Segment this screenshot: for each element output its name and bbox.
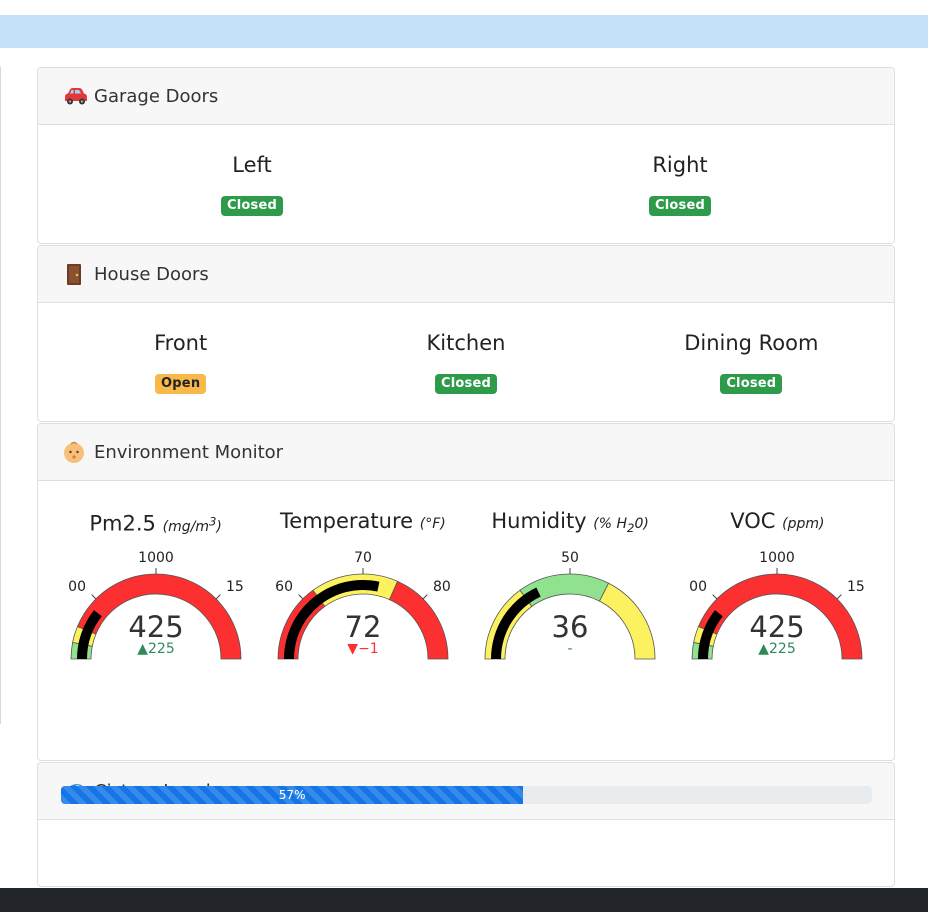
gauge-value: 425 [750,610,805,644]
door-name: Front [154,331,208,355]
garage-doors-header[interactable]: Garage Doors [38,68,894,125]
garage-door-right: Right Closed [466,125,894,216]
house-doors-header[interactable]: House Doors [38,246,894,303]
gauge-dial: 50 36- [484,550,656,660]
gauge-dial: 60 70 80 72▼−1 [275,550,451,660]
garage-doors-title: Garage Doors [94,85,219,107]
gauge-unit: (ppm) [782,516,825,532]
gauge-name: Temperature [280,509,414,533]
door-name: Right [652,153,708,177]
garage-doors-card: Garage Doors Left Closed Right Closed [37,67,895,244]
gauge-band [599,582,656,660]
gauge-name: Pm2.5 [89,511,156,536]
gauge-title: VOC (ppm) [674,507,881,535]
environment-monitor-header[interactable]: Environment Monitor [38,424,894,481]
status-badge: Closed [221,196,283,216]
gauge-tick-label: 60 [275,579,293,595]
gauge-unit: (°F) [419,516,446,532]
gauge-tick-label: 80 [433,579,451,595]
gauge-tick-label: 1000 [138,550,174,566]
gauge-delta: ▲225 [137,641,175,657]
house-doors-title: House Doors [94,263,209,285]
cistern-level-card: Cistern Level 57% [37,762,895,887]
gauge-tick-label: 00 [690,579,708,595]
sidebar-edge [0,67,1,724]
environment-monitor-title: Environment Monitor [94,441,284,463]
gauge-tick-label: 15 [847,579,865,595]
baby-face-icon [62,440,86,464]
house-door-dining-room: Dining Room Closed [609,303,894,394]
house-door-front: Front Open [38,303,323,394]
environment-monitor-card: Environment Monitor Pm2.5 (mg/m3) 00 1000… [37,423,895,761]
gauge-delta: - [568,641,573,657]
house-door-kitchen: Kitchen Closed [323,303,608,394]
humidity-gauge: Humidity (% H20) 50 36- [467,481,674,673]
gauge-tick-label: 50 [561,550,579,566]
gauge-dial: 00 1000 15 425▲225 [690,550,865,660]
gauge-name: Humidity [491,509,587,533]
gauges-row: Pm2.5 (mg/m3) 00 1000 15 425 ▲225 Temperatur… [38,481,894,673]
gauge-value: 36 [552,610,589,644]
gauge-tick [837,594,843,600]
voc-gauge: VOC (ppm) 00 1000 15 425 ▲225 [674,481,881,673]
gauge-tick-label: 15 [226,579,244,595]
status-badge: Closed [434,374,497,394]
gauge-value: 72 [344,610,381,644]
gauge-delta: ▲225 [759,641,797,657]
door-name: Dining Room [684,331,819,355]
gauge-tick-label: 00 [68,579,86,595]
footer-bar [0,888,928,912]
cistern-progress-bar: 57% [61,786,524,804]
gauge-tick [215,594,221,600]
gauge-name: VOC [730,509,776,533]
temperature-gauge: Temperature (°F) 60 70 80 72 ▼−1 [259,481,466,673]
top-navbar [0,15,928,48]
gauge-tick [298,594,304,600]
garage-door-left: Left Closed [38,125,466,216]
gauge-tick [712,594,718,600]
status-badge: Closed [720,374,783,394]
door-icon [62,262,86,286]
car-icon [62,84,87,108]
gauge-title: Temperature (°F) [259,507,466,535]
gauge-value: 425 [128,610,183,644]
gauge-delta: ▼−1 [347,641,378,657]
house-doors-card: House Doors Front Open Kitchen Closed Di… [37,245,895,422]
gauge-tick-label: 70 [354,550,372,566]
gauge-title: Humidity (% H20) [467,507,674,535]
door-name: Left [232,153,272,177]
status-badge: Closed [649,196,711,216]
gauge-unit: (mg/m3) [162,514,222,535]
gauge-tick [90,594,96,600]
door-name: Kitchen [426,331,506,355]
gauge-unit: (% H20) [593,516,649,535]
gauge-tick-label: 1000 [760,550,796,566]
pm25-gauge: Pm2.5 (mg/m3) 00 1000 15 425 ▲225 [52,481,259,673]
status-badge: Open [155,374,207,394]
gauge-dial: 00 1000 15 425▲225 [68,550,244,660]
cistern-progress: 57% [61,786,872,804]
gauge-tick [422,594,428,600]
gauge-title: Pm2.5 (mg/m3) [52,507,259,536]
